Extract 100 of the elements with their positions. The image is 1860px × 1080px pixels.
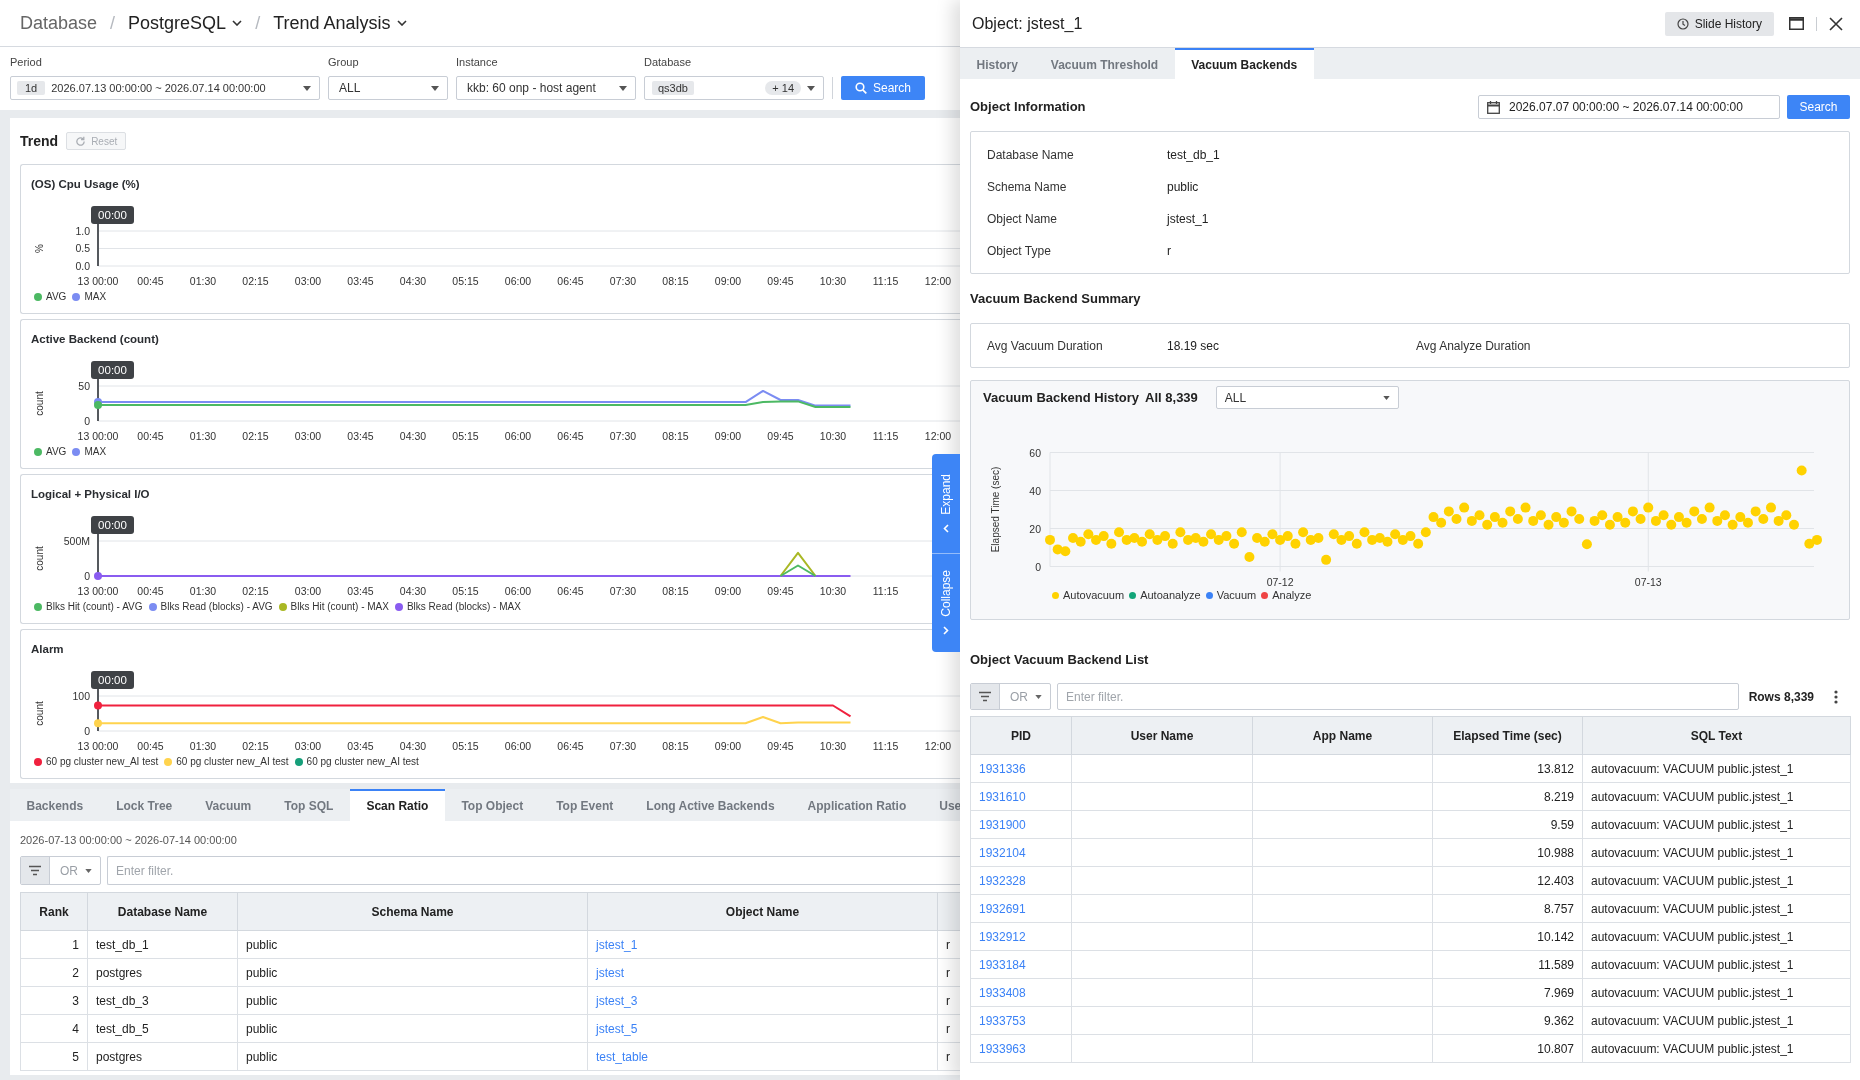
chart-title: Alarm [30,642,64,657]
tab[interactable]: Vacuum Threshold [1034,48,1175,79]
axis-tick-label: 0 [84,569,90,582]
cursor-line [97,223,99,267]
tab[interactable]: Use [922,789,960,821]
cursor-line [97,688,99,732]
period-select[interactable]: 1d 2026.07.13 00:00:00 ~ 2026.07.14 00:00:00 [10,76,320,100]
object-link[interactable]: test_table [596,1049,649,1064]
legend-label: Autovacuum [1063,589,1125,601]
object-link[interactable]: jstest_3 [596,993,638,1008]
axis-tick-label: 11:15 [872,740,899,752]
axis-title: count [33,391,45,416]
database-tag: qs3db [652,81,694,95]
table-cell: 8.219 [1432,782,1583,811]
tab[interactable]: Top Event [539,789,630,821]
axis-tick-label: 00:45 [137,275,164,287]
column-header: Schema Name [237,892,588,931]
axis-tick-label: 05:15 [452,430,479,442]
axis-tick-label: 01:30 [189,585,217,597]
field-value: public [1167,180,1199,194]
axis-tick-label: 06:45 [557,275,584,287]
legend-label: 60 pg cluster new_AI test [46,756,159,767]
axis-tick-label: 07-12 [1266,575,1294,588]
cursor-line [97,378,99,422]
table-cell: postgres [87,1042,238,1071]
slide-history-button[interactable]: Slide History [1664,11,1774,36]
axis-tick-label: 13 00:00 [77,275,119,287]
axis-tick-label: 01:30 [189,430,217,442]
column-header: Rank [20,892,88,931]
search-button[interactable]: Search [841,76,925,100]
expand-button[interactable]: Expand [932,454,960,553]
axis-tick-label: 13 00:00 [77,585,119,597]
field-label: Database Name [987,148,1075,162]
table-cell: public [237,1014,588,1043]
table-cell: autovacuum: VACUUM public.jstest_1 [1582,922,1851,951]
maximize-icon[interactable] [1789,17,1804,30]
axis-tick-label: 0 [84,724,90,737]
axis-tick-label: 0 [1035,560,1041,573]
tab[interactable]: History [960,48,1035,79]
tab[interactable]: Lock Tree [99,789,189,821]
search-button[interactable]: Search [1787,95,1850,119]
axis-tick-label: 0 [84,414,90,427]
axis-tick-label: 11:15 [872,275,899,287]
legend-label: Vacuum [1216,589,1257,601]
more-count: + 14 [765,81,801,95]
legend-label: Autoanalyze [1140,589,1201,601]
axis-tick-label: 09:45 [767,585,794,597]
column-header: PID [970,716,1072,755]
type-select[interactable]: ALL [1215,386,1399,409]
calendar-icon [1487,100,1500,114]
instance-select[interactable]: kkb: 60 onp - host agent [456,76,636,100]
tab[interactable]: Backends [10,789,100,821]
table-cell: 11.589 [1432,950,1583,979]
axis-tick-label: 03:45 [347,275,374,287]
tab[interactable]: Top SQL [267,789,350,821]
cursor-label: 00:00 [91,671,134,689]
filter-input[interactable]: Enter filter. [107,856,960,885]
table-cell: 9.59 [1432,810,1583,839]
table-cell: public [237,1042,588,1071]
axis-tick-label: 12:00 [924,275,952,287]
object-link[interactable]: jstest [596,965,624,980]
caret-icon [1382,395,1390,400]
more-icon[interactable] [1834,689,1838,704]
tab[interactable]: Vacuum [188,789,268,821]
axis-tick-label: 1.0 [75,224,90,237]
section-title: Vacuum Backend Summary [970,291,1142,307]
axis-tick-label: 11:15 [872,585,899,597]
table-cell: 10.142 [1432,922,1583,951]
axis-tick-label: 06:45 [557,430,584,442]
tab[interactable]: Top Object [444,789,540,821]
axis-tick-label: 50 [78,379,90,392]
filter-input[interactable]: Enter filter. [1057,683,1739,710]
tab[interactable]: Long Active Backends [629,789,792,821]
axis-tick-label: 0.0 [75,259,90,272]
tab[interactable]: Scan Ratio [349,789,445,821]
close-icon[interactable] [1829,16,1843,31]
axis-tick-label: 08:15 [662,740,689,752]
field-value: jstest_1 [1167,212,1209,226]
axis-tick-label: 09:00 [714,585,742,597]
breadcrumb-dropdown[interactable]: PostgreSQL [128,12,243,34]
axis-tick-label: 00:45 [137,430,164,442]
legend-label: Blks Read (blocks) - MAX [406,601,521,612]
object-link[interactable]: jstest_5 [596,1021,638,1036]
breadcrumb-dropdown[interactable]: Trend Analysis [273,12,407,34]
object-link[interactable]: jstest_1 [596,937,638,952]
group-select[interactable]: ALL [328,76,448,100]
axis-tick-label: 00:45 [137,585,164,597]
tab[interactable]: Application Ratio [791,789,923,821]
tab[interactable]: Vacuum Backends [1174,48,1314,79]
axis-tick-label: 08:15 [662,275,689,287]
database-select[interactable]: qs3db + 14 [644,76,824,100]
date-range-field[interactable]: 2026.07.07 00:00:00 ~ 2026.07.14 00:00:00 [1478,95,1780,119]
table-cell: autovacuum: VACUUM public.jstest_1 [1582,838,1851,867]
axis-title: % [33,244,45,253]
axis-tick-label: 05:15 [452,585,479,597]
breadcrumb-link[interactable]: Database [20,12,98,34]
axis-tick-label: 10:30 [819,275,847,287]
axis-tick-label: 60 [1029,446,1041,459]
legend-label: Blks Hit (count) - MAX [290,601,389,612]
axis-tick-label: 07:30 [609,430,637,442]
